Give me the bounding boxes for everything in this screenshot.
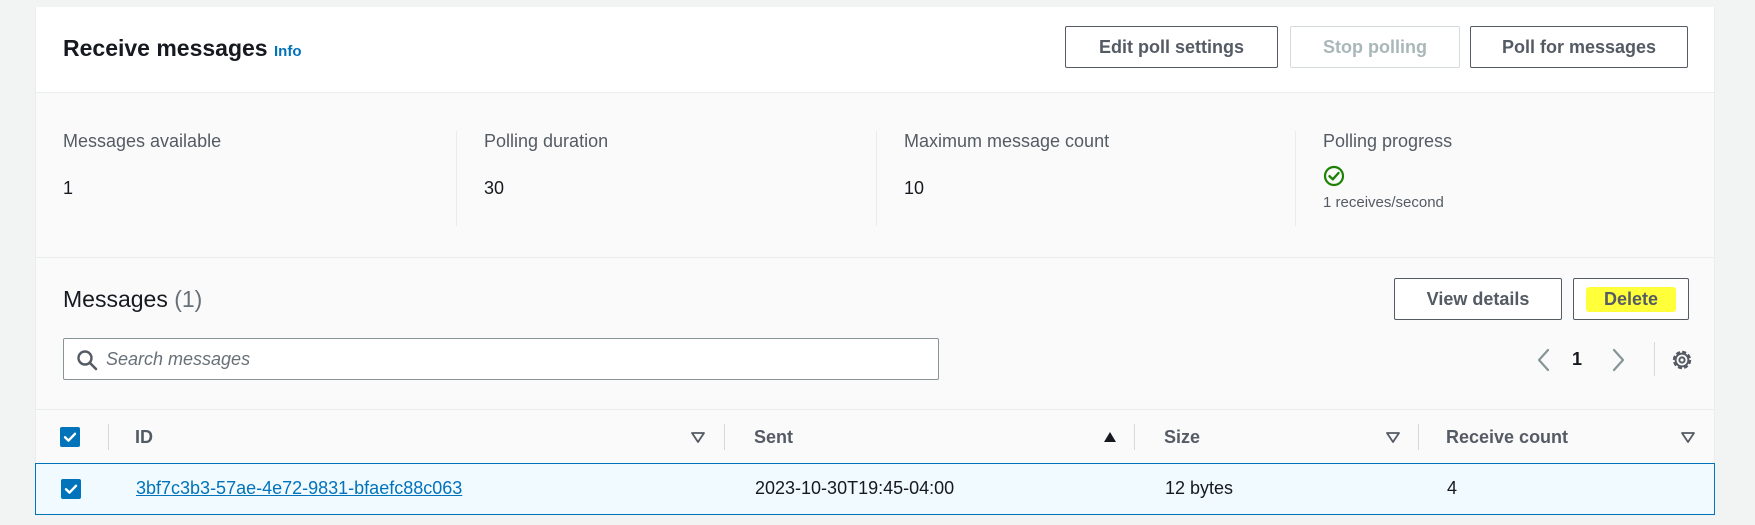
- sort-caret-down-icon[interactable]: [1385, 429, 1401, 445]
- stat-polling-duration: Polling duration 30: [456, 131, 876, 226]
- search-icon: [77, 350, 98, 371]
- messages-title: Messages (1): [63, 286, 202, 313]
- stat-label: Polling progress: [1323, 131, 1453, 151]
- stat-label: Maximum message count: [904, 131, 1110, 151]
- column-header-sent[interactable]: Sent: [754, 410, 793, 464]
- stat-label: Messages available: [63, 131, 222, 151]
- polling-stats: Messages available 1 Polling duration 30…: [36, 93, 1714, 258]
- stat-messages-available: Messages available 1: [63, 131, 483, 226]
- messages-title-text: Messages: [63, 286, 168, 312]
- pager-divider: [1654, 342, 1655, 376]
- column-divider: [1418, 424, 1419, 450]
- column-divider: [108, 424, 109, 450]
- edit-poll-settings-button[interactable]: Edit poll settings: [1065, 26, 1278, 68]
- stat-value: 10: [904, 178, 925, 198]
- stat-label: Polling duration: [484, 131, 609, 151]
- column-divider: [1134, 424, 1135, 450]
- panel-title: Receive messages: [63, 35, 268, 61]
- sort-ascending-icon[interactable]: [1102, 429, 1118, 445]
- polling-rate: 1 receives/second: [1323, 194, 1444, 211]
- column-header-id[interactable]: ID: [135, 410, 153, 464]
- column-header-size[interactable]: Size: [1164, 410, 1200, 464]
- stat-value: 30: [484, 178, 505, 198]
- stop-polling-button[interactable]: Stop polling: [1290, 26, 1460, 68]
- stat-max-message-count: Maximum message count 10: [876, 131, 1296, 226]
- message-sent: 2023-10-30T19:45-04:00: [755, 478, 955, 498]
- view-details-button[interactable]: View details: [1394, 278, 1562, 320]
- column-divider: [724, 424, 725, 450]
- sort-caret-down-icon[interactable]: [1680, 429, 1696, 445]
- message-receive-count: 4: [1447, 478, 1458, 498]
- column-header-receive-count[interactable]: Receive count: [1446, 410, 1568, 464]
- delete-button[interactable]: Delete: [1573, 278, 1689, 320]
- message-size: 12 bytes: [1165, 478, 1234, 498]
- sort-caret-down-icon[interactable]: [690, 429, 706, 445]
- row-checkbox[interactable]: [61, 479, 81, 499]
- receive-messages-panel: Receive messages Info Edit poll settings…: [35, 7, 1715, 515]
- stat-value: 1: [63, 178, 74, 198]
- messages-section: Messages (1) View details Delete 1: [35, 258, 1715, 515]
- checkmark-icon: [63, 432, 77, 442]
- table-header: ID Sent Size Receive count: [36, 409, 1714, 463]
- previous-page-icon[interactable]: [1532, 346, 1556, 374]
- panel-header: Receive messages Info Edit poll settings…: [36, 7, 1714, 93]
- stat-polling-progress: Polling progress 1 receives/second: [1295, 131, 1695, 226]
- search-box: [63, 338, 939, 380]
- select-all-checkbox[interactable]: [60, 427, 80, 447]
- search-input[interactable]: [106, 339, 926, 379]
- info-link[interactable]: Info: [274, 43, 302, 60]
- message-id-link[interactable]: 3bf7c3b3-57ae-4e72-9831-bfaefc88c063: [136, 478, 462, 499]
- checkmark-icon: [64, 484, 78, 494]
- current-page-number[interactable]: 1: [1572, 349, 1582, 370]
- next-page-icon[interactable]: [1606, 346, 1630, 374]
- delete-button-label: Delete: [1585, 286, 1677, 312]
- table-row[interactable]: 3bf7c3b3-57ae-4e72-9831-bfaefc88c063 202…: [35, 463, 1715, 515]
- poll-for-messages-button[interactable]: Poll for messages: [1470, 26, 1688, 68]
- success-check-icon: [1323, 165, 1345, 187]
- messages-count: (1): [174, 286, 203, 312]
- gear-icon[interactable]: [1669, 347, 1695, 373]
